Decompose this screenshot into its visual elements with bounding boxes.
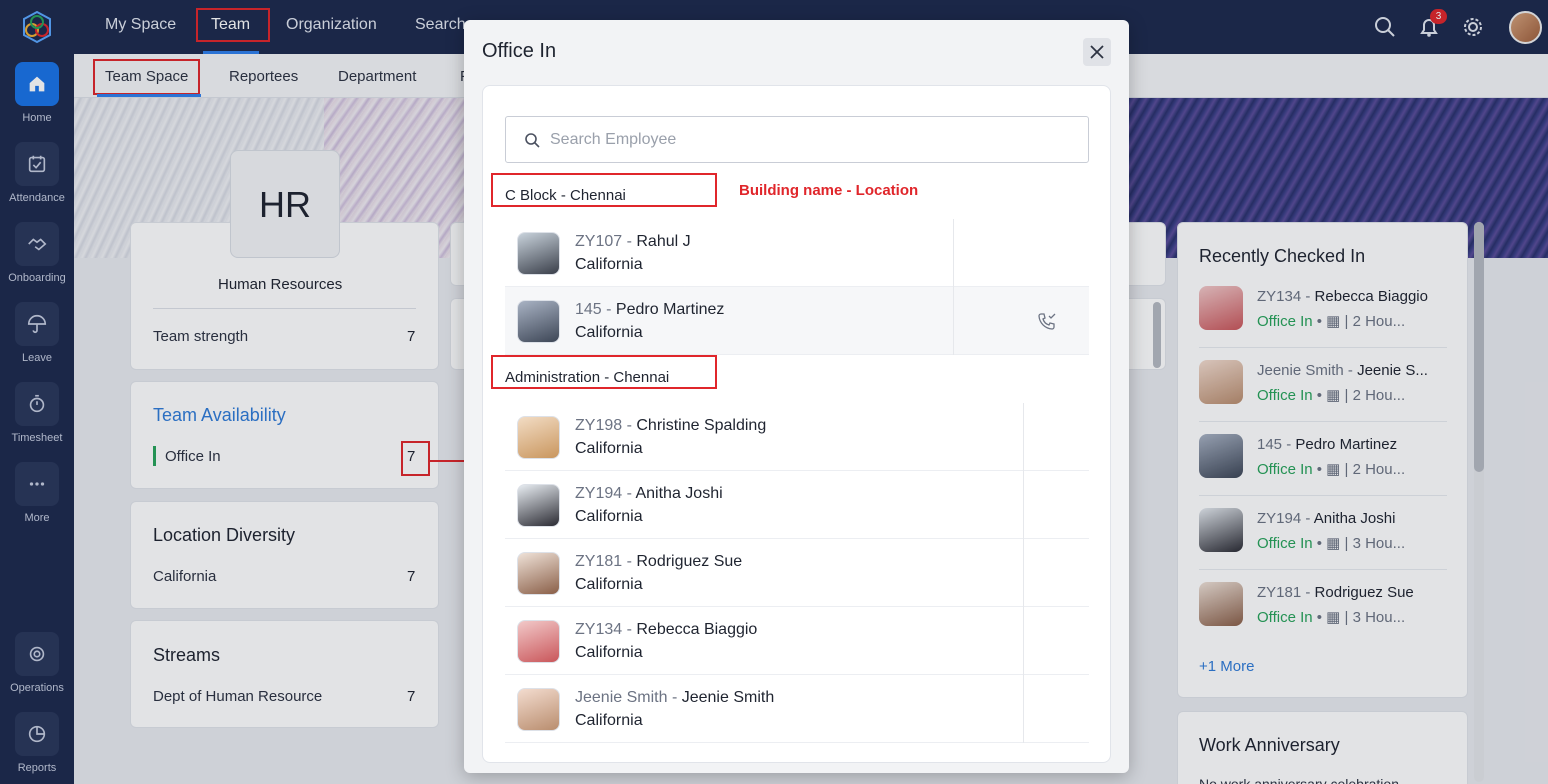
avatar — [517, 620, 560, 663]
table-row[interactable]: ZY134 - Rebecca Biaggio California — [505, 607, 1089, 675]
office-in-modal: Office In C Block - Chennai Building nam… — [464, 20, 1129, 773]
column-divider — [1023, 675, 1024, 743]
employee-location: California — [575, 256, 643, 273]
employee-id: ZY134 — [575, 621, 623, 638]
close-icon — [1090, 45, 1104, 59]
avatar — [517, 416, 560, 459]
modal-body: C Block - Chennai Building name - Locati… — [482, 85, 1111, 763]
column-divider — [1023, 471, 1024, 539]
employee-id: ZY107 — [575, 233, 623, 250]
employee-id: 145 — [575, 301, 602, 318]
table-row[interactable]: 145 - Pedro Martinez California — [505, 287, 1089, 355]
phone-icon[interactable] — [1037, 311, 1057, 331]
employee-id: ZY181 — [575, 553, 623, 570]
employee-id: Jeenie Smith — [575, 689, 668, 706]
avatar — [517, 232, 560, 275]
column-divider — [953, 287, 954, 355]
column-divider — [1023, 403, 1024, 471]
employee-location: California — [575, 712, 643, 729]
search-icon — [525, 133, 540, 148]
employee-name: Pedro Martinez — [615, 301, 725, 318]
employee-location: California — [575, 576, 643, 593]
employee-name: Jeenie Smith — [681, 689, 775, 706]
modal-title: Office In — [482, 40, 557, 62]
search-employee-input[interactable] — [550, 117, 1070, 162]
employee-name: Anitha Joshi — [635, 485, 723, 502]
employee-id: ZY198 — [575, 417, 623, 434]
close-button[interactable] — [1083, 38, 1111, 66]
table-row[interactable]: ZY181 - Rodriguez Sue California — [505, 539, 1089, 607]
employee-name: Rahul J — [636, 233, 691, 250]
employee-location: California — [575, 644, 643, 661]
employee-id: ZY194 — [575, 485, 623, 502]
table-row[interactable]: ZY194 - Anitha Joshi California — [505, 471, 1089, 539]
employee-name: Rodriguez Sue — [636, 553, 743, 570]
column-divider — [953, 219, 954, 287]
table-row[interactable]: ZY198 - Christine Spalding California — [505, 403, 1089, 471]
table-row[interactable]: Jeenie Smith - Jeenie Smith California — [505, 675, 1089, 743]
group-header: C Block - Chennai — [491, 173, 717, 207]
employee-location: California — [575, 440, 643, 457]
avatar — [517, 688, 560, 731]
employee-name: Christine Spalding — [636, 417, 767, 434]
column-divider — [1023, 607, 1024, 675]
annotation-text: Building name - Location — [739, 182, 919, 199]
group-header: Administration - Chennai — [491, 355, 717, 389]
employee-location: California — [575, 324, 643, 341]
avatar — [517, 484, 560, 527]
search-box — [505, 116, 1089, 163]
employee-location: California — [575, 508, 643, 525]
employee-name: Rebecca Biaggio — [636, 621, 758, 638]
table-row[interactable]: ZY107 - Rahul J California — [505, 219, 1089, 287]
avatar — [517, 552, 560, 595]
column-divider — [1023, 539, 1024, 607]
avatar — [517, 300, 560, 343]
